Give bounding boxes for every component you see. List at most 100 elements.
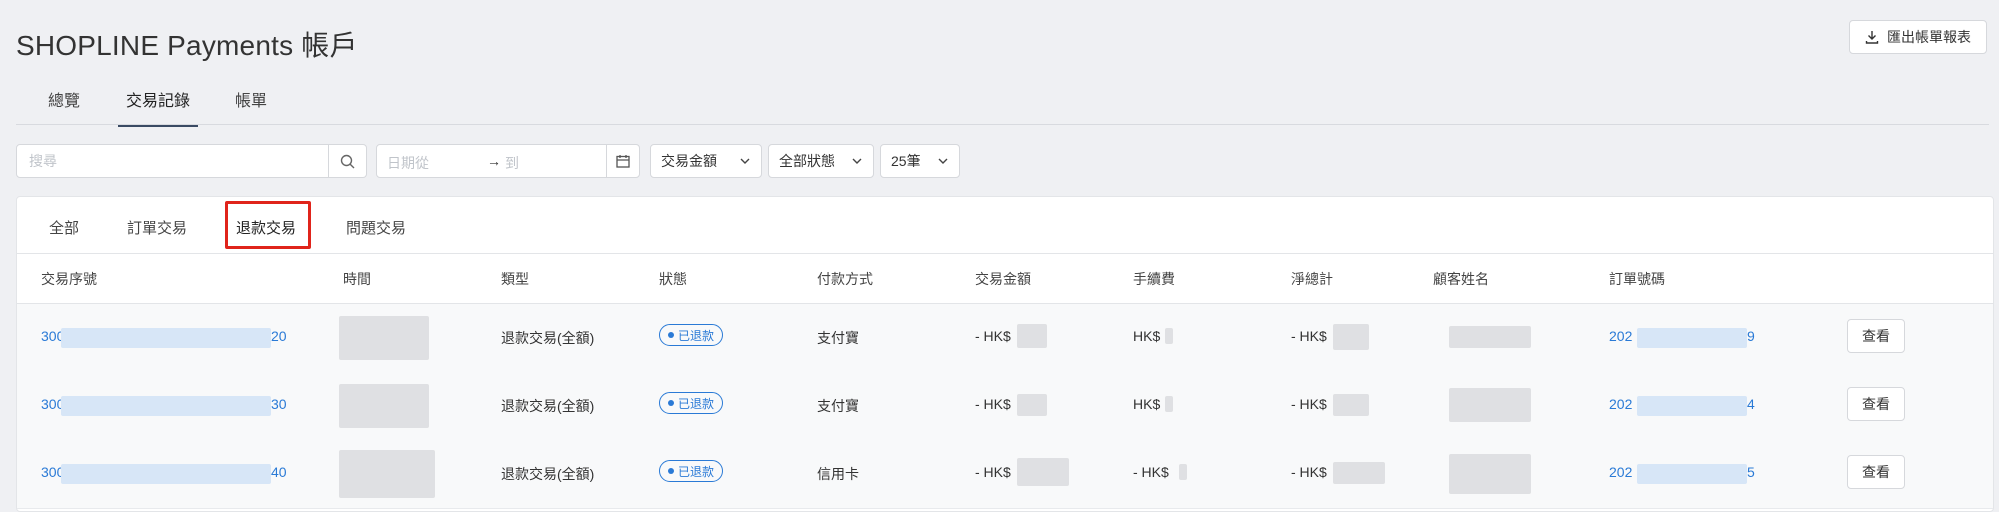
redacted-order-number xyxy=(1637,396,1747,416)
col-payment-method: 付款方式 xyxy=(817,271,873,287)
col-order-number: 訂單號碼 xyxy=(1609,271,1665,287)
redacted-fee xyxy=(1179,464,1187,480)
order-number-end[interactable]: 4 xyxy=(1747,396,1755,412)
status-label: 已退款 xyxy=(678,396,715,411)
status-dot xyxy=(668,468,674,474)
col-time: 時間 xyxy=(343,271,371,287)
table-row: 300 20 退款交易(全額) 已退款 支付寶 - HK$ HK$ - HK$ … xyxy=(17,304,1993,373)
redacted-fee xyxy=(1165,396,1173,412)
subtab-order-transactions[interactable]: 訂單交易 xyxy=(127,217,187,238)
chevron-down-icon xyxy=(852,158,862,164)
top-tabs: 總覽 交易記錄 帳單 xyxy=(16,82,1989,127)
download-icon xyxy=(1865,31,1879,44)
status-label: 已退款 xyxy=(678,464,715,479)
view-button[interactable]: 查看 xyxy=(1847,455,1905,489)
redacted-net xyxy=(1333,394,1369,416)
fee-cell: HK$ xyxy=(1133,396,1161,412)
redacted-time xyxy=(339,450,435,498)
chevron-down-icon xyxy=(740,158,750,164)
redacted-order-number xyxy=(1637,328,1747,348)
col-amount: 交易金額 xyxy=(975,271,1031,287)
amount-select-value: 交易金額 xyxy=(661,153,717,169)
status-badge: 已退款 xyxy=(659,392,724,414)
col-customer-name: 顧客姓名 xyxy=(1433,271,1489,287)
arrow-right-icon: → xyxy=(487,153,501,169)
table-row: 300 30 退款交易(全額) 已退款 支付寶 - HK$ HK$ - HK$ … xyxy=(17,372,1993,441)
status-select[interactable]: 全部狀態 xyxy=(768,144,874,178)
table-row: 300 40 退款交易(全額) 已退款 信用卡 - HK$ - HK$ - HK… xyxy=(17,440,1993,509)
type-cell: 退款交易(全額) xyxy=(501,398,595,414)
net-total-cell: - HK$ xyxy=(1291,328,1327,344)
fee-cell: HK$ xyxy=(1133,328,1161,344)
amount-cell: - HK$ xyxy=(975,464,1011,480)
page-title: SHOPLINE Payments 帳戶 xyxy=(16,30,358,61)
view-button[interactable]: 查看 xyxy=(1847,319,1905,353)
search-placeholder: 搜尋 xyxy=(29,153,57,169)
amount-cell: - HK$ xyxy=(975,396,1011,412)
redacted-customer-name xyxy=(1449,388,1531,422)
redacted-amount xyxy=(1017,394,1047,416)
calendar-icon[interactable] xyxy=(606,145,639,177)
col-status: 狀態 xyxy=(659,271,687,287)
page-size-value: 25筆 xyxy=(891,153,921,169)
payment-method-cell: 信用卡 xyxy=(817,466,859,482)
search-input[interactable]: 搜尋 xyxy=(16,144,329,178)
export-report-button[interactable]: 匯出帳單報表 xyxy=(1849,20,1987,54)
fee-cell: - HK$ xyxy=(1133,464,1169,480)
col-net-total: 淨總計 xyxy=(1291,271,1333,287)
redacted-customer-name xyxy=(1449,326,1531,348)
status-label: 已退款 xyxy=(678,328,715,343)
redacted-time xyxy=(339,316,429,360)
chevron-down-icon xyxy=(938,158,948,164)
amount-cell: - HK$ xyxy=(975,328,1011,344)
order-number-start[interactable]: 202 xyxy=(1609,328,1632,344)
redacted-net xyxy=(1333,324,1369,350)
tab-transactions[interactable]: 交易記錄 xyxy=(118,87,199,127)
transaction-id-end[interactable]: 40 xyxy=(271,464,287,480)
redacted-fee xyxy=(1165,328,1173,344)
tab-overview[interactable]: 總覽 xyxy=(48,87,80,125)
subtab-all[interactable]: 全部 xyxy=(49,217,79,238)
redacted-id xyxy=(61,396,271,416)
view-button[interactable]: 查看 xyxy=(1847,387,1905,421)
redacted-amount xyxy=(1017,458,1069,486)
search-icon xyxy=(340,154,355,168)
net-total-cell: - HK$ xyxy=(1291,464,1327,480)
redacted-amount xyxy=(1017,324,1047,348)
order-number-start[interactable]: 202 xyxy=(1609,464,1632,480)
highlight-annotation xyxy=(225,201,311,249)
status-select-value: 全部狀態 xyxy=(779,153,835,169)
redacted-time xyxy=(339,384,429,428)
type-cell: 退款交易(全額) xyxy=(501,466,595,482)
transaction-id-end[interactable]: 20 xyxy=(271,328,287,344)
export-label: 匯出帳單報表 xyxy=(1887,29,1971,45)
date-range-picker[interactable]: 日期從 → 到 xyxy=(376,144,640,178)
redacted-order-number xyxy=(1637,464,1747,484)
tab-bills[interactable]: 帳單 xyxy=(235,87,267,125)
type-cell: 退款交易(全額) xyxy=(501,330,595,346)
redacted-customer-name xyxy=(1449,454,1531,494)
redacted-id xyxy=(61,328,271,348)
transaction-id-end[interactable]: 30 xyxy=(271,396,287,412)
date-from-placeholder: 日期從 xyxy=(387,155,429,171)
subtab-problem-transactions[interactable]: 問題交易 xyxy=(346,217,406,238)
order-number-start[interactable]: 202 xyxy=(1609,396,1632,412)
transactions-panel: 全部 訂單交易 退款交易 問題交易 交易序號 時間 類型 狀態 付款方式 交易金… xyxy=(16,196,1994,512)
amount-select[interactable]: 交易金額 xyxy=(650,144,762,178)
order-number-end[interactable]: 5 xyxy=(1747,464,1755,480)
order-number-end[interactable]: 9 xyxy=(1747,328,1755,344)
redacted-id xyxy=(61,464,271,484)
status-dot xyxy=(668,400,674,406)
col-type: 類型 xyxy=(501,271,529,287)
sub-tabs: 全部 訂單交易 退款交易 問題交易 xyxy=(17,197,1993,254)
search-button[interactable] xyxy=(329,144,367,178)
col-fee: 手續費 xyxy=(1133,271,1175,287)
status-dot xyxy=(668,332,674,338)
col-transaction-id: 交易序號 xyxy=(41,271,97,287)
status-badge: 已退款 xyxy=(659,460,724,482)
redacted-net xyxy=(1333,462,1385,484)
payment-method-cell: 支付寶 xyxy=(817,330,859,346)
net-total-cell: - HK$ xyxy=(1291,396,1327,412)
page-size-select[interactable]: 25筆 xyxy=(880,144,960,178)
status-badge: 已退款 xyxy=(659,324,724,346)
